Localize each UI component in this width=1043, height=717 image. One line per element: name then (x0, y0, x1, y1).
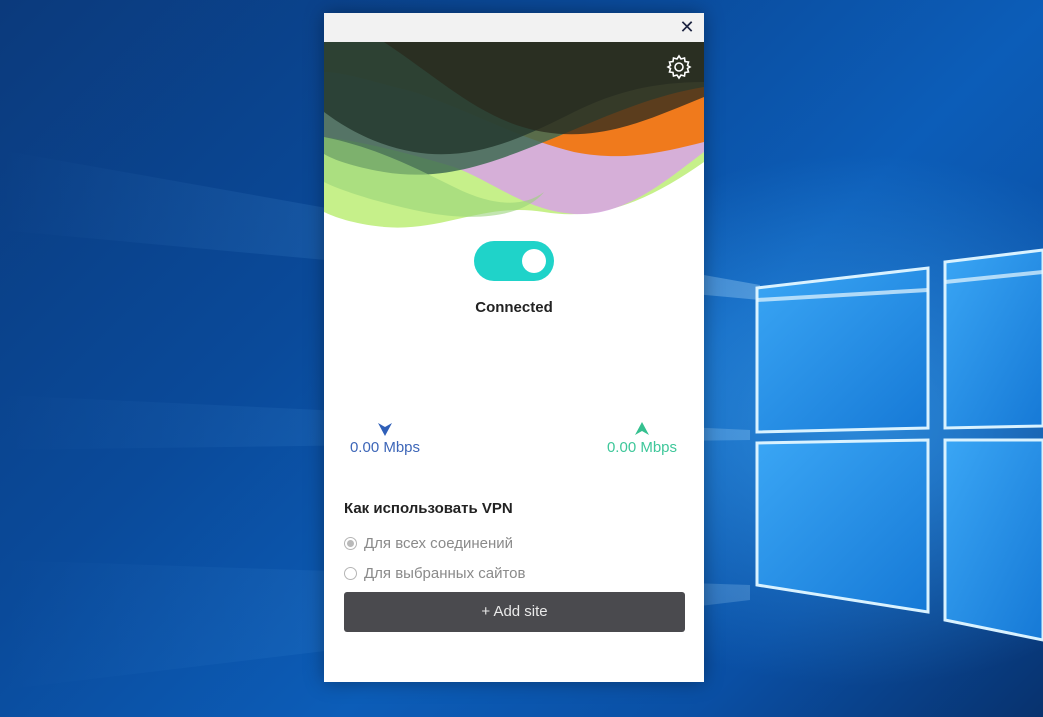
vpn-app-window: ✕ Connected 0.00 Mbps 0.00 Mbps Как испо… (324, 13, 704, 682)
arrow-down-icon (378, 423, 392, 436)
radio-label: Для выбранных сайтов (364, 564, 526, 582)
vpn-usage-heading: Как использовать VPN (344, 500, 513, 517)
radio-all-connections[interactable]: Для всех соединений (344, 533, 513, 553)
radio-button[interactable] (344, 566, 357, 580)
radio-button-checked[interactable] (344, 536, 357, 550)
upload-speed-value: 0.00 Mbps (606, 439, 678, 456)
vpn-connection-toggle[interactable] (474, 241, 554, 281)
gear-icon[interactable] (666, 54, 692, 80)
window-titlebar: ✕ (324, 13, 704, 42)
connection-status: Connected (475, 299, 553, 316)
close-icon[interactable]: ✕ (676, 16, 698, 38)
wave-header-illustration (324, 42, 704, 232)
add-site-button[interactable]: + Add site (344, 592, 685, 632)
download-speed-value: 0.00 Mbps (349, 439, 421, 456)
upload-speed: 0.00 Mbps (587, 421, 697, 456)
radio-label: Для всех соединений (364, 534, 514, 552)
toggle-knob (522, 249, 546, 273)
download-speed: 0.00 Mbps (330, 421, 440, 456)
arrow-up-icon (635, 422, 649, 435)
radio-selected-sites[interactable]: Для выбранных сайтов (344, 563, 525, 583)
